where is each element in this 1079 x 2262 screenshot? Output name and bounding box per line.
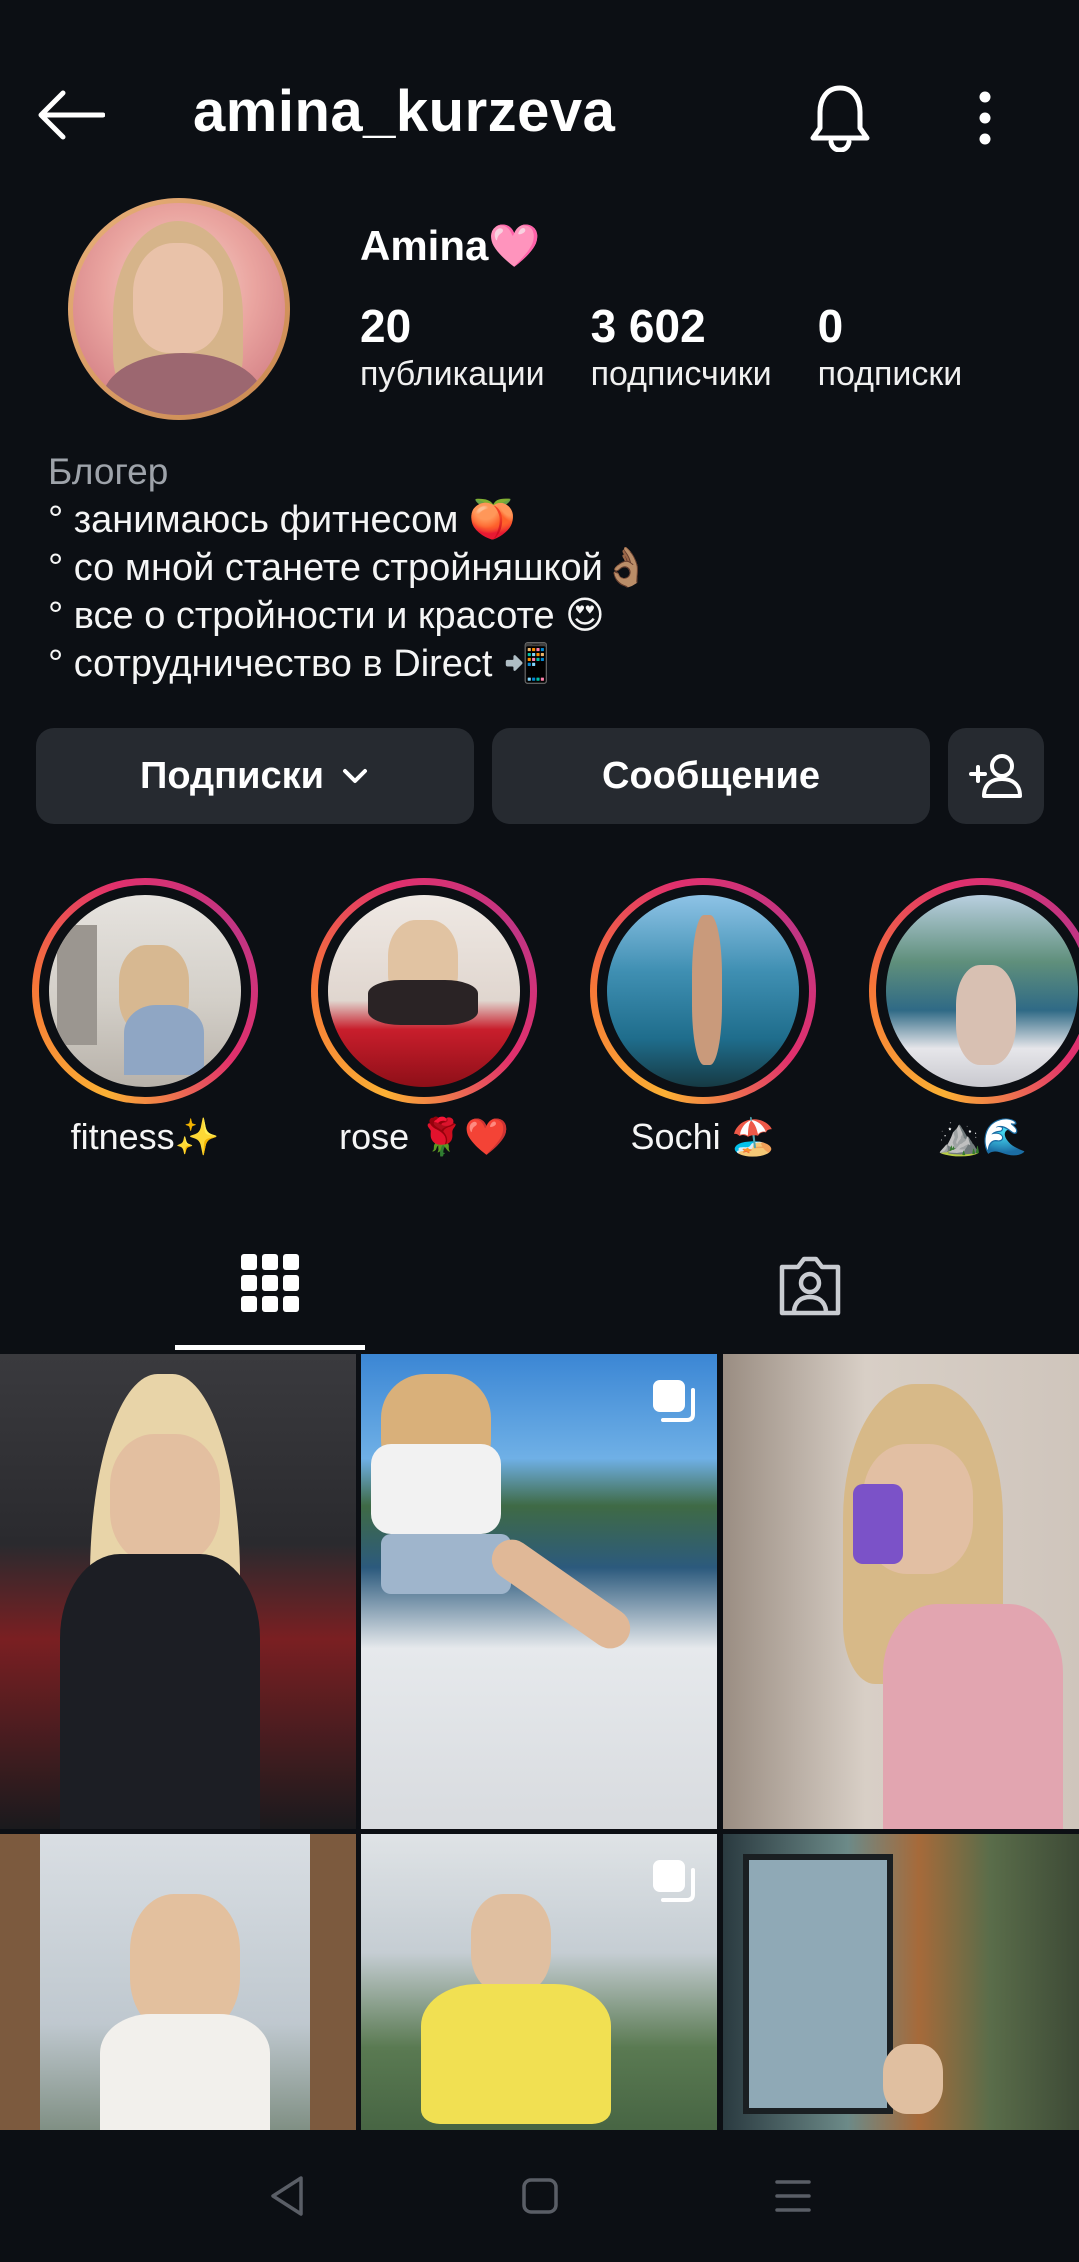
- bio-line: ° со мной станете стройняшкой👌🏽: [48, 547, 651, 589]
- top-bar: amina_kurzeva: [0, 60, 1079, 170]
- system-home-button[interactable]: [495, 2151, 585, 2241]
- highlight-ring: [32, 878, 258, 1104]
- highlight-cover: [49, 895, 241, 1087]
- bio-category: Блогер: [48, 451, 169, 492]
- story-highlight[interactable]: Sochi 🏖️: [590, 878, 816, 1158]
- profile-username: amina_kurzeva: [193, 79, 616, 144]
- post-thumbnail[interactable]: [0, 1834, 356, 2130]
- chevron-down-icon: [342, 769, 367, 783]
- stat-posts-value: 20: [360, 300, 412, 352]
- back-button[interactable]: [30, 80, 110, 150]
- system-recents-button[interactable]: [748, 2151, 838, 2241]
- post-thumbnail[interactable]: [0, 1354, 356, 1829]
- highlight-ring: [311, 878, 537, 1104]
- story-highlight[interactable]: fitness✨: [32, 878, 258, 1158]
- arrow-left-icon: [38, 90, 105, 140]
- story-highlight[interactable]: rose 🌹❤️: [311, 878, 537, 1158]
- tagged-person-icon: [779, 1256, 841, 1316]
- profile-stats: 20 публикации 3 602 подписчики 0 подписк…: [360, 300, 1008, 396]
- stat-followers-value: 3 602: [590, 300, 706, 352]
- highlight-label: rose 🌹❤️: [339, 1116, 509, 1157]
- more-vertical-icon: [979, 91, 991, 145]
- post-thumbnail[interactable]: [361, 1354, 717, 1829]
- profile-avatar[interactable]: [68, 198, 290, 420]
- highlight-ring: [590, 878, 816, 1104]
- stat-posts[interactable]: 20 публикации: [360, 300, 545, 396]
- stat-following[interactable]: 0 подписки: [818, 300, 963, 396]
- display-name: Amina🩷: [360, 222, 541, 269]
- bio-line: ° сотрудничество в Direct 📲: [48, 643, 551, 685]
- story-highlight[interactable]: ⛰️🌊: [869, 878, 1079, 1158]
- profile-bio: Блогер ° занимаюсь фитнесом 🍑 ° со мной …: [48, 448, 1048, 688]
- grid-icon: [241, 1253, 299, 1312]
- post-thumbnail[interactable]: [723, 1834, 1079, 2130]
- tab-posts-grid[interactable]: [175, 1220, 365, 1350]
- triangle-back-icon: [270, 2176, 303, 2216]
- post-thumbnail[interactable]: [361, 1834, 717, 2130]
- posts-grid: [0, 1354, 1079, 2130]
- system-navigation-bar: [0, 2130, 1079, 2262]
- stat-following-value: 0: [817, 300, 844, 352]
- menu-lines-icon: [774, 2180, 811, 2212]
- multiple-photos-icon: [653, 1380, 695, 1422]
- avatar-photo: [73, 203, 285, 415]
- add-person-icon: [969, 754, 1022, 798]
- stat-followers-label: подписчики: [590, 355, 772, 393]
- stat-followers[interactable]: 3 602 подписчики: [591, 300, 772, 396]
- highlight-cover: [886, 895, 1078, 1087]
- following-button[interactable]: Подписки: [36, 728, 474, 824]
- square-home-icon: [521, 2178, 558, 2214]
- profile-screen: amina_kurzeva Amina🩷 20 публикации 3 602…: [0, 0, 1079, 2262]
- highlight-label: fitness✨: [70, 1116, 220, 1157]
- highlight-label: ⛰️🌊: [937, 1116, 1027, 1157]
- more-options-button[interactable]: [955, 78, 1015, 158]
- profile-tabs: [0, 1220, 1079, 1350]
- highlight-cover: [328, 895, 520, 1087]
- system-back-button[interactable]: [242, 2151, 332, 2241]
- highlight-label: Sochi 🏖️: [630, 1116, 776, 1157]
- highlight-cover: [607, 895, 799, 1087]
- message-button-label: Сообщение: [602, 754, 820, 797]
- highlight-ring: [869, 878, 1079, 1104]
- following-button-label: Подписки: [140, 754, 324, 797]
- bell-icon: [810, 85, 870, 152]
- stat-posts-label: публикации: [360, 355, 545, 393]
- stat-following-label: подписки: [817, 355, 963, 393]
- bio-line: ° все о стройности и красоте 😍: [48, 595, 605, 637]
- tab-tagged[interactable]: [715, 1220, 905, 1350]
- suggested-users-button[interactable]: [948, 728, 1044, 824]
- notifications-button[interactable]: [800, 78, 880, 158]
- bio-line: ° занимаюсь фитнесом 🍑: [48, 499, 517, 541]
- multiple-photos-icon: [653, 1860, 695, 1902]
- message-button[interactable]: Сообщение: [492, 728, 930, 824]
- post-thumbnail[interactable]: [723, 1354, 1079, 1829]
